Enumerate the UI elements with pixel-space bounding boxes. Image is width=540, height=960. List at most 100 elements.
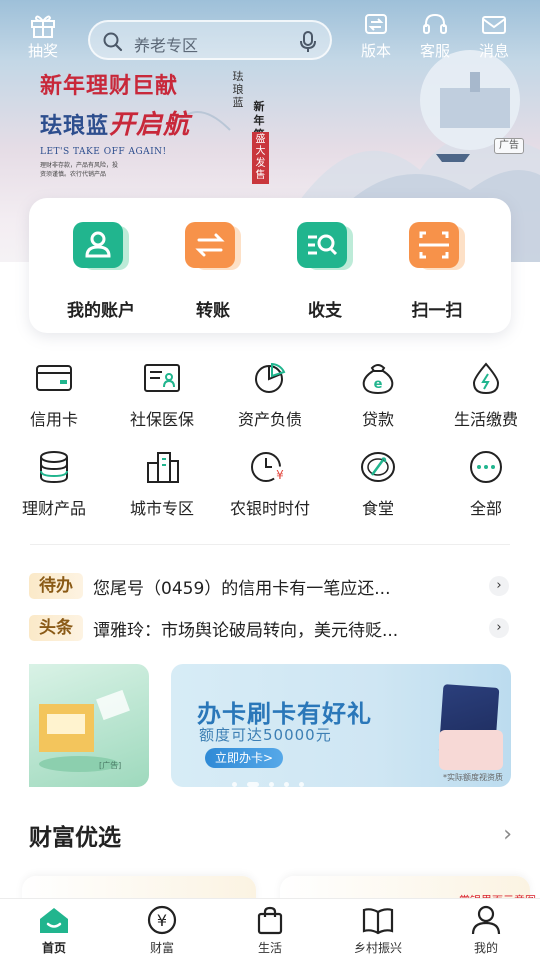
pie-chart-icon: [255, 362, 286, 393]
quick-action-account[interactable]: 我的账户: [51, 222, 151, 321]
banner-vertical-text: 珐琅蓝: [232, 70, 244, 109]
banner-line2-red: 开启航: [109, 110, 191, 140]
service-all[interactable]: 全部: [436, 449, 536, 519]
carousel-indicator: [232, 772, 314, 787]
promo-note: *实际额度视资质: [443, 773, 503, 782]
quick-action-income-expense[interactable]: 收支: [275, 222, 375, 321]
gift-icon: [31, 15, 55, 38]
banner-line1: 新年理财巨献: [40, 73, 179, 99]
service-abc-pay[interactable]: ¥ 农银时时付: [220, 449, 320, 519]
service-city-zone[interactable]: 城市专区: [112, 449, 212, 519]
tab-home[interactable]: 首页: [14, 905, 94, 956]
version-button[interactable]: 版本: [349, 8, 403, 61]
apply-card-button[interactable]: 立即办卡>: [205, 748, 284, 768]
headset-icon: [423, 13, 447, 34]
tab-wealth-label: 财富: [149, 941, 174, 955]
messages-button[interactable]: 消息: [467, 8, 521, 61]
carousel-dot: [232, 782, 237, 787]
promo-card-previous[interactable]: [广告]: [29, 664, 149, 787]
wealth-more-arrow[interactable]: ›: [503, 822, 512, 847]
service-canteen-label: 食堂: [361, 499, 394, 518]
banner-line2: 珐琅蓝开启航: [40, 104, 190, 141]
headline-row[interactable]: 头条 谭雅玲：市场舆论破局转向，美元待贬... ›: [29, 613, 511, 643]
version-switch-icon: [365, 14, 387, 34]
lottery-button[interactable]: 抽奖: [16, 8, 70, 61]
version-label: 版本: [360, 42, 391, 60]
tab-life[interactable]: 生活: [230, 905, 310, 956]
tab-life-label: 生活: [257, 941, 282, 955]
shopping-bag-icon: [257, 906, 283, 935]
banner-line2-blue: 珐琅蓝: [40, 113, 110, 139]
quick-actions-card: 我的账户 转账 收支 扫一扫: [29, 198, 511, 333]
more-icon: [470, 451, 502, 483]
service-social-security[interactable]: 社保医保: [112, 360, 212, 430]
credit-card-icon: [36, 365, 72, 391]
search-placeholder: 养老专区: [134, 36, 199, 55]
quick-action-transfer[interactable]: 转账: [163, 222, 263, 321]
carousel-dot: [299, 782, 304, 787]
quick-action-transfer-label: 转账: [196, 301, 230, 321]
search-bar[interactable]: 养老专区: [88, 20, 332, 60]
promo-subtitle: 额度可达50000元: [199, 726, 332, 744]
tab-rural-label: 乡村振兴: [353, 941, 402, 955]
service-wealth-products-label: 理财产品: [21, 499, 86, 518]
bottom-tab-bar: 首页 ¥ 财富 生活 乡村振兴 我的: [0, 898, 540, 960]
wealth-yen-icon: ¥: [147, 905, 177, 935]
service-utility-payment-label: 生活缴费: [453, 410, 518, 429]
ad-tag: 广告: [494, 138, 524, 154]
service-wealth-products[interactable]: 理财产品: [4, 449, 104, 519]
tab-profile-label: 我的: [473, 941, 498, 955]
divider: [30, 544, 510, 545]
income-expense-icon: [297, 222, 353, 270]
book-icon: [362, 908, 394, 935]
search-icon: [103, 32, 123, 52]
gift-image: [439, 730, 503, 770]
todo-row[interactable]: 待办 您尾号（0459）的信用卡有一笔应还... ›: [29, 571, 511, 601]
tab-profile[interactable]: 我的: [446, 905, 526, 956]
envelope-icon: [482, 16, 506, 34]
quick-action-scan[interactable]: 扫一扫: [387, 222, 487, 321]
loan-bag-icon: e: [362, 364, 394, 395]
tab-rural[interactable]: 乡村振兴: [338, 905, 418, 956]
quick-action-account-label: 我的账户: [67, 301, 135, 321]
social-security-icon: [144, 364, 180, 392]
promo-card-credit[interactable]: 办卡刷卡有好礼 额度可达50000元 立即办卡> *实际额度视资质: [171, 664, 511, 787]
microphone-icon[interactable]: [298, 30, 318, 54]
utility-drop-icon: [472, 362, 500, 395]
carousel-dot: [284, 782, 289, 787]
account-icon: [73, 222, 129, 270]
service-assets-liabilities[interactable]: 资产负债: [220, 360, 320, 430]
city-building-icon: [147, 452, 179, 483]
home-icon: [40, 908, 68, 933]
chevron-right-icon[interactable]: ›: [489, 576, 509, 596]
service-label: 客服: [419, 42, 450, 60]
banner-english: LET'S TAKE OFF AGAIN!: [40, 147, 167, 157]
todo-tag: 待办: [29, 573, 83, 599]
chevron-right-icon[interactable]: ›: [489, 618, 509, 638]
tab-home-label: 首页: [41, 941, 66, 955]
banner-headline[interactable]: 新年理财巨献 珐琅蓝开启航 LET'S TAKE OFF AGAIN! 理财非存…: [40, 68, 190, 179]
tab-wealth[interactable]: ¥ 财富: [122, 905, 202, 956]
messages-label: 消息: [478, 42, 509, 60]
headline-tag: 头条: [29, 615, 83, 641]
quick-action-scan-label: 扫一扫: [411, 301, 463, 321]
svg-text:e: e: [374, 377, 383, 392]
coin-stack-icon: [40, 451, 68, 484]
transfer-icon: [185, 222, 241, 270]
carousel-dot-active: [247, 782, 259, 787]
top-bar: 抽奖 养老专区 版本 客服 消息: [0, 8, 540, 64]
clock-yuan-icon: ¥: [251, 452, 288, 482]
wealth-section-title: 财富优选: [29, 825, 121, 851]
service-canteen[interactable]: 食堂: [328, 449, 428, 519]
service-all-label: 全部: [469, 499, 502, 518]
service-loan[interactable]: e 贷款: [328, 360, 428, 430]
service-utility-payment[interactable]: 生活缴费: [436, 360, 536, 430]
service-assets-liabilities-label: 资产负债: [237, 410, 302, 429]
service-button[interactable]: 客服: [408, 8, 462, 61]
service-loan-label: 贷款: [361, 410, 394, 429]
service-social-security-label: 社保医保: [129, 410, 194, 429]
todo-text: 您尾号（0459）的信用卡有一笔应还...: [93, 579, 391, 599]
service-abc-pay-label: 农银时时付: [229, 499, 310, 518]
headline-text: 谭雅玲：市场舆论破局转向，美元待贬...: [93, 621, 399, 641]
service-credit-card[interactable]: 信用卡: [4, 360, 104, 430]
